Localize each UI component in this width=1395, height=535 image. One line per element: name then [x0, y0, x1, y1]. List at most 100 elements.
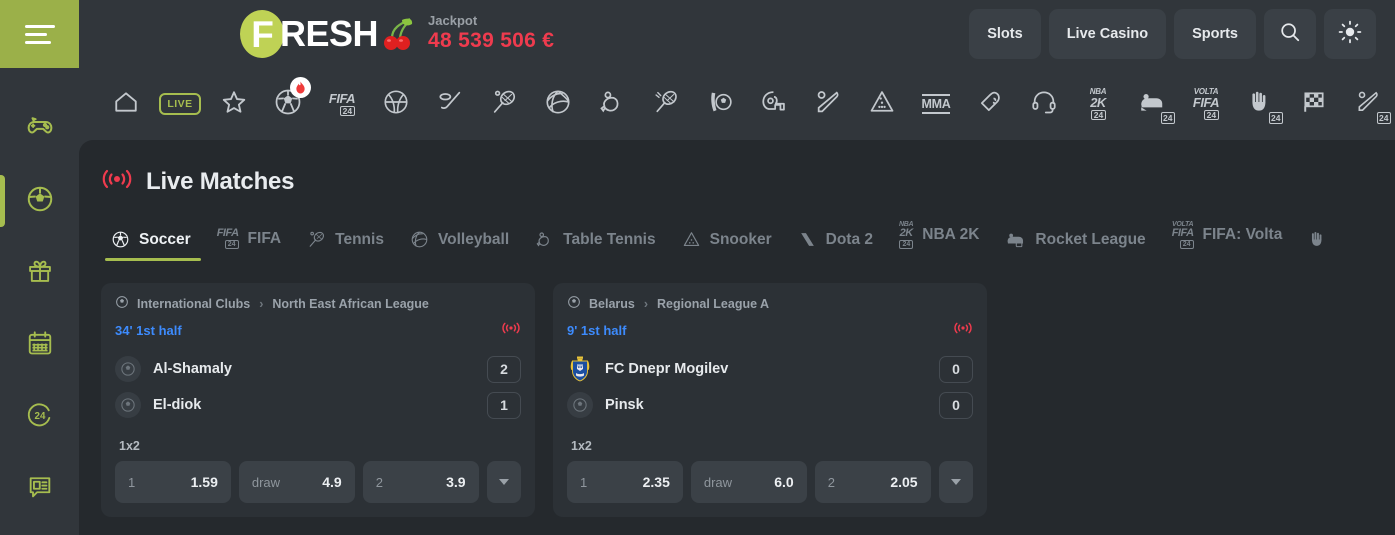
- rail-soccer[interactable]: [261, 77, 315, 130]
- team-score: 0: [939, 355, 973, 383]
- rail-handball[interactable]: 24: [1233, 78, 1287, 130]
- sidebar-active-indicator: [0, 175, 5, 227]
- rail-cricket[interactable]: 24: [1341, 78, 1395, 130]
- market-label: 1x2: [571, 439, 592, 453]
- site-logo[interactable]: F RESH: [240, 10, 414, 58]
- tab-rocket-league[interactable]: Rocket League: [995, 230, 1161, 261]
- tab-fifa[interactable]: FIFA 24 FIFA: [207, 228, 297, 261]
- rail-snooker[interactable]: [855, 78, 909, 130]
- fifa-24-icon: FIFA 24: [328, 90, 356, 117]
- match-time: 9' 1st half: [567, 323, 627, 338]
- tab-label: Rocket League: [1035, 230, 1146, 248]
- 24-support-icon: 24: [26, 401, 54, 434]
- tab-label: FIFA: [247, 229, 282, 247]
- live-match-list: International Clubs › North East African…: [101, 283, 1395, 517]
- tennis-racket-icon: [307, 230, 326, 249]
- star-icon: [221, 89, 247, 120]
- rail-favorites[interactable]: [207, 78, 261, 130]
- rail-home[interactable]: [99, 78, 153, 130]
- calendar-icon: [26, 329, 54, 362]
- more-markets-button[interactable]: [938, 461, 973, 503]
- tab-snooker[interactable]: Snooker: [672, 230, 788, 261]
- rail-basketball[interactable]: [369, 78, 423, 130]
- badge-24: 24: [1160, 112, 1175, 124]
- tab-handball[interactable]: [1298, 230, 1352, 261]
- american-football-helmet-icon: [760, 88, 788, 121]
- team-row: FC Dnepr Mogilev 0: [567, 351, 973, 387]
- rail-motorsport[interactable]: [1287, 78, 1341, 130]
- nav-sports[interactable]: Sports: [1174, 9, 1256, 59]
- rail-rocket-league[interactable]: 24: [1125, 78, 1179, 130]
- odd-value: 2.35: [642, 474, 670, 490]
- sidebar-item-news[interactable]: [0, 468, 79, 510]
- globe-icon: [115, 295, 129, 312]
- sidebar-item-sports[interactable]: [0, 175, 79, 227]
- rail-table-tennis[interactable]: [585, 78, 639, 130]
- tab-nba-2k[interactable]: NBA 2K 24 NBA 2K: [889, 221, 995, 261]
- nav-slots[interactable]: Slots: [969, 9, 1041, 59]
- rail-american-football[interactable]: [747, 78, 801, 130]
- chevron-down-icon: [950, 479, 961, 485]
- tab-dota-2[interactable]: Dota 2: [788, 230, 889, 261]
- sportsbook-page: F RESH Jackpot 48 539 506 € Slots Live C…: [0, 0, 1395, 535]
- dota-2-icon: [798, 230, 817, 249]
- news-chat-icon: [26, 473, 54, 506]
- odd-button-draw[interactable]: draw 4.9: [238, 461, 355, 503]
- rail-futsal[interactable]: [693, 78, 747, 130]
- team-row: El-diok 1: [115, 387, 521, 423]
- team-score: 1: [487, 391, 521, 419]
- sun-icon: [1338, 20, 1362, 48]
- sidebar-item-support-24[interactable]: 24: [0, 396, 79, 438]
- tab-soccer[interactable]: Soccer: [101, 230, 207, 261]
- odd-button-draw[interactable]: draw 6.0: [690, 461, 807, 503]
- rocket-league-24-icon: [1005, 230, 1026, 249]
- page-header: Live Matches: [101, 166, 1395, 197]
- odd-value: 3.9: [446, 474, 466, 490]
- rail-volleyball[interactable]: [531, 78, 585, 130]
- nba-2k-24-icon: NBA 2K 24: [899, 221, 914, 249]
- more-markets-button[interactable]: [486, 461, 521, 503]
- tab-fifa-volta[interactable]: VOLTA FIFA 24 FIFA: Volta: [1162, 221, 1299, 261]
- tab-tennis[interactable]: Tennis: [297, 230, 400, 261]
- tab-table-tennis[interactable]: Table Tennis: [525, 230, 671, 261]
- rail-badminton[interactable]: [639, 78, 693, 130]
- home-icon: [113, 89, 139, 120]
- odd-button-1[interactable]: 1 2.35: [567, 461, 683, 503]
- rail-baseball[interactable]: [801, 78, 855, 130]
- rail-fifa[interactable]: FIFA 24: [315, 78, 369, 130]
- sports-icon-rail: LIVE FIFA 24 MMA NBA 2K 24 24 VOLTA FIFA…: [79, 68, 1395, 140]
- rail-esports[interactable]: [1017, 78, 1071, 130]
- odd-button-2[interactable]: 2 2.05: [814, 461, 931, 503]
- rail-boxing[interactable]: [963, 78, 1017, 130]
- volleyball-icon: [544, 88, 572, 121]
- tab-volleyball[interactable]: Volleyball: [400, 230, 525, 261]
- theme-toggle-button[interactable]: [1324, 9, 1376, 59]
- odd-value: 1.59: [190, 474, 218, 490]
- rail-mma[interactable]: MMA: [909, 78, 963, 130]
- rail-ice-hockey[interactable]: [423, 78, 477, 130]
- search-button[interactable]: [1264, 9, 1316, 59]
- headset-icon: [1030, 88, 1058, 121]
- top-bar: F RESH Jackpot 48 539 506 € Slots Live C…: [0, 0, 1395, 68]
- odd-button-2[interactable]: 2 3.9: [362, 461, 479, 503]
- rail-nba-2k[interactable]: NBA 2K 24: [1071, 78, 1125, 130]
- logo-letter: F: [240, 10, 284, 58]
- tab-label: Soccer: [139, 230, 191, 248]
- gamepad-icon: [25, 112, 55, 147]
- team-row: Pinsk 0: [567, 387, 973, 423]
- flame-badge: [290, 77, 311, 98]
- rail-tennis[interactable]: [477, 78, 531, 130]
- sidebar-item-promotions[interactable]: [0, 252, 79, 294]
- fifa-24-icon: FIFA 24: [216, 227, 239, 249]
- sidebar-item-games[interactable]: [0, 108, 79, 150]
- brand[interactable]: F RESH Jackpot 48 539 506 €: [240, 10, 554, 58]
- menu-toggle-button[interactable]: [0, 0, 79, 68]
- match-card[interactable]: International Clubs › North East African…: [101, 283, 535, 517]
- chevron-down-icon: [498, 479, 509, 485]
- rail-fifa-volta[interactable]: VOLTA FIFA 24: [1179, 78, 1233, 130]
- odd-button-1[interactable]: 1 1.59: [115, 461, 231, 503]
- rail-live[interactable]: LIVE: [153, 78, 207, 130]
- sidebar-item-calendar[interactable]: [0, 324, 79, 366]
- match-card[interactable]: Belarus › Regional League A 9' 1st half: [553, 283, 987, 517]
- nav-live-casino[interactable]: Live Casino: [1048, 9, 1167, 59]
